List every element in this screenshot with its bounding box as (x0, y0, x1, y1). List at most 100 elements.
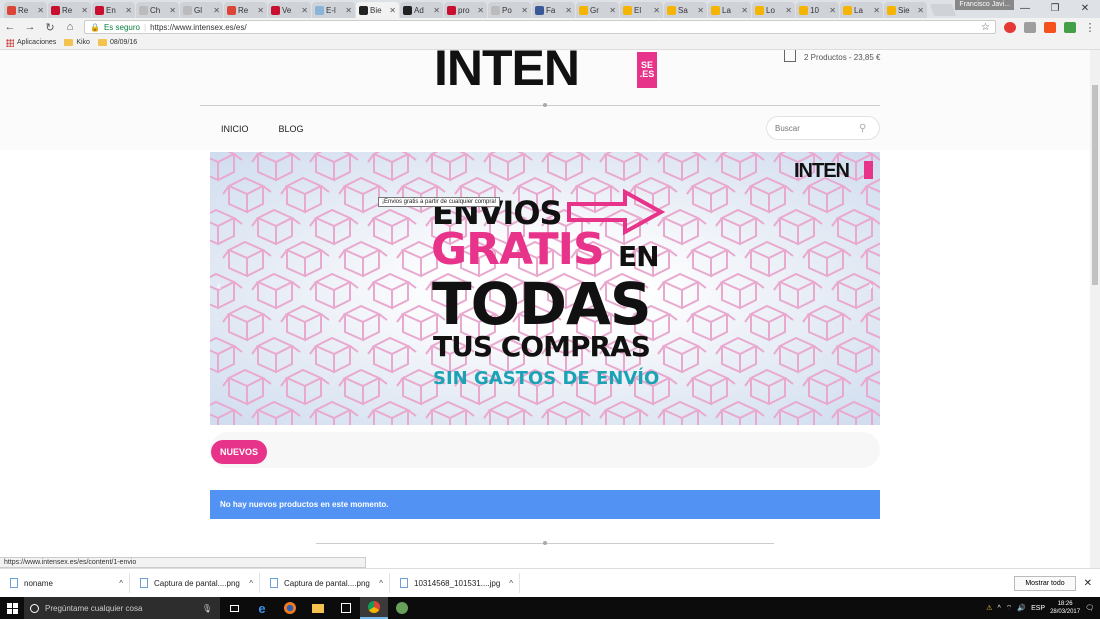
download-item[interactable]: Captura de pantal....png ^ (260, 573, 390, 593)
chevron-up-icon[interactable]: ^ (509, 579, 519, 588)
browser-tab[interactable]: Gr ✕ (576, 2, 619, 18)
tab-close-icon[interactable]: ✕ (389, 6, 396, 15)
browser-tab[interactable]: Sie ✕ (884, 2, 927, 18)
browser-tab[interactable]: E-l ✕ (312, 2, 355, 18)
browser-tab[interactable]: En ✕ (92, 2, 135, 18)
extension-green-icon[interactable] (1064, 21, 1076, 33)
reload-icon[interactable]: ↻ (44, 21, 56, 34)
tab-close-icon[interactable]: ✕ (873, 6, 880, 15)
extension-red-icon[interactable] (1004, 21, 1016, 33)
clock[interactable]: 18:26 28/03/2017 (1050, 600, 1080, 616)
bookmark-folder[interactable]: Kiko (64, 39, 90, 46)
tab-close-icon[interactable]: ✕ (345, 6, 352, 15)
browser-tab[interactable]: Bie ✕ (356, 2, 399, 18)
windows-start-icon[interactable] (0, 602, 24, 614)
tab-close-icon[interactable]: ✕ (477, 6, 484, 15)
extension-orange-icon[interactable] (1044, 21, 1056, 33)
promo-slider[interactable]: INTEN ENVIOS GRATIS EN TODAS TUS COMPRAS… (210, 152, 880, 425)
download-item[interactable]: 10314568_101531....jpg ^ (390, 573, 520, 593)
tab-close-icon[interactable]: ✕ (609, 6, 616, 15)
edge-icon[interactable]: e (248, 597, 276, 619)
warning-icon[interactable]: ⚠ (986, 604, 992, 612)
bookmark-star-icon[interactable]: ☆ (981, 22, 990, 33)
address-bar[interactable]: 🔒 Es seguro | https://www.intensex.es/es… (84, 20, 996, 34)
bookmark-apps[interactable]: Aplicaciones (6, 38, 56, 47)
menu-item-blog[interactable]: BLOG (279, 124, 304, 134)
close-downloads-icon[interactable]: ✕ (1084, 578, 1092, 589)
tab-close-icon[interactable]: ✕ (125, 6, 132, 15)
chevron-up-icon[interactable]: ^ (249, 579, 259, 588)
nuevos-tab[interactable]: NUEVOS (211, 440, 268, 464)
site-logo[interactable]: INTEN (434, 50, 579, 87)
browser-tab[interactable]: Lo ✕ (752, 2, 795, 18)
page-scrollbar[interactable] (1090, 50, 1100, 568)
search-icon[interactable]: ⚲ (859, 123, 866, 134)
tray-chevron-icon[interactable]: ^ (997, 605, 1000, 612)
task-view-icon[interactable] (220, 597, 248, 619)
forward-icon[interactable]: → (24, 21, 36, 33)
tab-close-icon[interactable]: ✕ (785, 6, 792, 15)
close-window-icon[interactable]: ✕ (1070, 0, 1100, 16)
browser-tab[interactable]: Ad ✕ (400, 2, 443, 18)
tab-close-icon[interactable]: ✕ (81, 6, 88, 15)
browser-tab[interactable]: Po ✕ (488, 2, 531, 18)
tab-close-icon[interactable]: ✕ (433, 6, 440, 15)
tab-close-icon[interactable]: ✕ (697, 6, 704, 15)
browser-tab[interactable]: 10 ✕ (796, 2, 839, 18)
microphone-icon[interactable]: 🎙 (202, 604, 212, 613)
tab-close-icon[interactable]: ✕ (213, 6, 220, 15)
search-input[interactable] (775, 123, 859, 133)
tab-close-icon[interactable]: ✕ (829, 6, 836, 15)
tab-close-icon[interactable]: ✕ (169, 6, 176, 15)
browser-tab[interactable]: pro ✕ (444, 2, 487, 18)
restore-icon[interactable]: ❐ (1040, 0, 1070, 16)
show-all-downloads-button[interactable]: Mostrar todo (1014, 575, 1076, 591)
tab-close-icon[interactable]: ✕ (741, 6, 748, 15)
language-indicator[interactable]: ESP (1031, 605, 1045, 612)
scrollbar-thumb[interactable] (1092, 85, 1098, 285)
browser-tab[interactable]: Ve ✕ (268, 2, 311, 18)
notifications-icon[interactable]: 🗨 (1085, 604, 1094, 612)
chrome-icon[interactable] (360, 597, 388, 619)
slider-prev-icon[interactable]: ‹ (210, 274, 228, 296)
chrome-menu-icon[interactable]: ⋮ (1084, 21, 1096, 34)
browser-tab[interactable]: Re ✕ (48, 2, 91, 18)
browser-tab[interactable]: Re ✕ (4, 2, 47, 18)
store-icon[interactable] (332, 597, 360, 619)
tab-close-icon[interactable]: ✕ (301, 6, 308, 15)
tab-close-icon[interactable]: ✕ (37, 6, 44, 15)
cart-summary[interactable]: 2 Productos - 23,85 € (784, 50, 881, 62)
browser-tab[interactable]: La ✕ (708, 2, 751, 18)
site-logo-badge[interactable]: SE .ES (637, 52, 657, 88)
menu-item-inicio[interactable]: INICIO (221, 124, 249, 134)
home-icon[interactable]: ⌂ (64, 21, 76, 33)
tab-close-icon[interactable]: ✕ (565, 6, 572, 15)
extension-grey-icon[interactable] (1024, 21, 1036, 33)
browser-tab[interactable]: Ch ✕ (136, 2, 179, 18)
browser-tab[interactable]: El ✕ (620, 2, 663, 18)
chevron-up-icon[interactable]: ^ (119, 579, 129, 588)
app-icon[interactable] (388, 597, 416, 619)
browser-tab[interactable]: Gl ✕ (180, 2, 223, 18)
new-tab-button[interactable] (929, 4, 957, 16)
volume-icon[interactable]: 🔊 (1017, 604, 1026, 612)
slider-next-icon[interactable]: › (862, 274, 880, 296)
tab-close-icon[interactable]: ✕ (257, 6, 264, 15)
browser-tab[interactable]: Sa ✕ (664, 2, 707, 18)
browser-tab[interactable]: La ✕ (840, 2, 883, 18)
tab-close-icon[interactable]: ✕ (521, 6, 528, 15)
bookmark-folder[interactable]: 08/09/16 (97, 39, 137, 46)
file-explorer-icon[interactable] (304, 597, 332, 619)
browser-tab[interactable]: Re ✕ (224, 2, 267, 18)
download-item[interactable]: noname ^ (0, 573, 130, 593)
profile-button[interactable]: Francisco Javi... (955, 0, 1014, 10)
back-icon[interactable]: ← (4, 21, 16, 33)
minimize-icon[interactable]: — (1010, 0, 1040, 16)
chevron-up-icon[interactable]: ^ (379, 579, 389, 588)
download-item[interactable]: Captura de pantal....png ^ (130, 573, 260, 593)
tab-close-icon[interactable]: ✕ (653, 6, 660, 15)
browser-tab[interactable]: Fa ✕ (532, 2, 575, 18)
firefox-icon[interactable] (276, 597, 304, 619)
cortana-search[interactable]: Pregúntame cualquier cosa 🎙 (24, 597, 220, 619)
network-icon[interactable]: ⌔ (1006, 604, 1013, 613)
